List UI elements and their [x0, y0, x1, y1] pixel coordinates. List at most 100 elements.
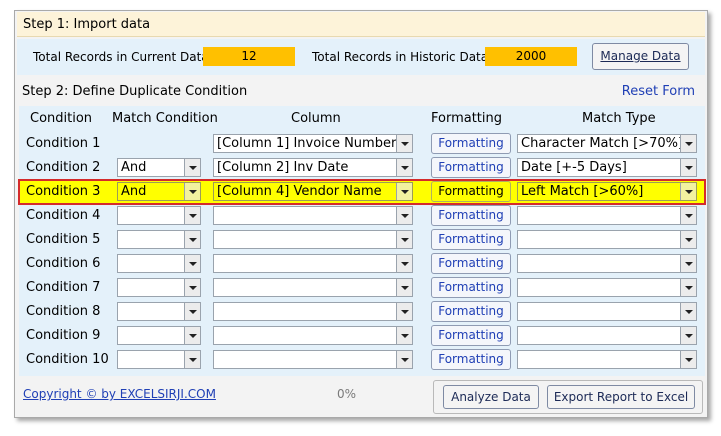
column-select[interactable]: [213, 302, 413, 321]
chevron-down-icon[interactable]: [184, 231, 200, 248]
match-condition-select[interactable]: And: [117, 182, 201, 201]
formatting-button[interactable]: Formatting: [431, 181, 511, 202]
chevron-down-icon[interactable]: [396, 231, 412, 248]
match-condition-select[interactable]: [117, 206, 201, 225]
historic-records-value: 2000: [485, 47, 577, 66]
formatting-button[interactable]: Formatting: [431, 229, 511, 250]
match-condition-select[interactable]: [117, 350, 201, 369]
chevron-down-icon[interactable]: [396, 183, 412, 200]
chevron-down-icon[interactable]: [184, 279, 200, 296]
chevron-down-icon[interactable]: [396, 279, 412, 296]
match-type-select[interactable]: [517, 230, 697, 249]
chevron-down-icon[interactable]: [184, 327, 200, 344]
formatting-button[interactable]: Formatting: [431, 205, 511, 226]
match-type-select[interactable]: Character Match [>70%]: [517, 134, 697, 153]
match-type-select-value: Date [+-5 Days]: [521, 160, 627, 175]
duplicate-finder-form: Step 1: Import data Total Records in Cur…: [14, 10, 708, 418]
analyze-data-button[interactable]: Analyze Data: [443, 385, 539, 409]
column-select[interactable]: [Column 1] Invoice Number: [213, 134, 413, 153]
chevron-down-icon[interactable]: [680, 207, 696, 224]
chevron-down-icon[interactable]: [680, 327, 696, 344]
match-condition-select-value: And: [121, 184, 147, 199]
chevron-down-icon[interactable]: [396, 303, 412, 320]
column-select[interactable]: [213, 206, 413, 225]
progress-percent: 0%: [337, 387, 357, 401]
current-records-value: 12: [203, 47, 295, 66]
match-condition-select[interactable]: And: [117, 158, 201, 177]
chevron-down-icon[interactable]: [680, 351, 696, 368]
formatting-button[interactable]: Formatting: [431, 277, 511, 298]
condition-label: Condition 6: [26, 256, 101, 271]
header-column: Column: [291, 111, 341, 126]
match-condition-select[interactable]: [117, 302, 201, 321]
reset-form-link[interactable]: Reset Form: [622, 84, 695, 99]
chevron-down-icon[interactable]: [184, 159, 200, 176]
condition-row: Condition 5 Formatting: [19, 228, 705, 252]
match-type-select[interactable]: [517, 350, 697, 369]
chevron-down-icon[interactable]: [396, 351, 412, 368]
chevron-down-icon[interactable]: [184, 207, 200, 224]
chevron-down-icon[interactable]: [396, 327, 412, 344]
chevron-down-icon[interactable]: [680, 279, 696, 296]
formatting-button[interactable]: Formatting: [431, 349, 511, 370]
chevron-down-icon[interactable]: [396, 159, 412, 176]
chevron-down-icon[interactable]: [396, 255, 412, 272]
condition-row: Condition 3 And [Column 4] Vendor Name Left…: [18, 179, 706, 205]
match-condition-select[interactable]: [117, 230, 201, 249]
formatting-button[interactable]: Formatting: [431, 133, 511, 154]
copyright-link[interactable]: Copyright © by EXCELSIRJI.COM: [23, 387, 216, 401]
chevron-down-icon[interactable]: [680, 183, 696, 200]
formatting-button[interactable]: Formatting: [431, 253, 511, 274]
chevron-down-icon[interactable]: [680, 135, 696, 152]
match-condition-select[interactable]: [117, 278, 201, 297]
condition-row: Condition 9 Formatting: [19, 324, 705, 348]
condition-label: Condition 10: [26, 352, 109, 367]
export-report-label: Export Report to Excel: [553, 390, 689, 404]
condition-label: Condition 5: [26, 232, 101, 247]
chevron-down-icon[interactable]: [680, 231, 696, 248]
chevron-down-icon[interactable]: [184, 303, 200, 320]
match-type-select[interactable]: Left Match [>60%]: [517, 182, 697, 201]
condition-row: Condition 10 Formatting: [19, 348, 705, 372]
chevron-down-icon[interactable]: [396, 135, 412, 152]
match-condition-select[interactable]: [117, 326, 201, 345]
match-type-select[interactable]: [517, 326, 697, 345]
chevron-down-icon[interactable]: [680, 159, 696, 176]
export-report-button[interactable]: Export Report to Excel: [547, 385, 695, 409]
chevron-down-icon[interactable]: [184, 351, 200, 368]
manage-data-button[interactable]: Manage Data: [592, 43, 689, 70]
column-select[interactable]: [Column 4] Vendor Name: [213, 182, 413, 201]
column-select[interactable]: [213, 350, 413, 369]
match-type-select[interactable]: Date [+-5 Days]: [517, 158, 697, 177]
match-type-select[interactable]: [517, 254, 697, 273]
match-condition-select[interactable]: [117, 254, 201, 273]
column-select-value: [Column 1] Invoice Number: [217, 136, 397, 151]
column-select[interactable]: [213, 278, 413, 297]
condition-label: Condition 2: [26, 160, 101, 175]
record-stats-panel: Total Records in Current Data: 12 Total …: [17, 39, 705, 75]
column-select[interactable]: [213, 254, 413, 273]
analyze-data-label: Analyze Data: [451, 390, 531, 404]
match-type-select[interactable]: [517, 278, 697, 297]
column-select[interactable]: [213, 326, 413, 345]
condition-row: Condition 1 [Column 1] Invoice Number Char…: [19, 132, 705, 156]
header-match-type: Match Type: [582, 111, 656, 126]
condition-row: Condition 7 Formatting: [19, 276, 705, 300]
chevron-down-icon[interactable]: [396, 207, 412, 224]
column-select[interactable]: [Column 2] Inv Date: [213, 158, 413, 177]
condition-label: Condition 8: [26, 304, 101, 319]
condition-label: Condition 3: [26, 184, 101, 199]
formatting-button[interactable]: Formatting: [431, 325, 511, 346]
conditions-grid: Condition Match Condition Column Formatt…: [18, 106, 706, 376]
chevron-down-icon[interactable]: [184, 183, 200, 200]
header-match-condition: Match Condition: [112, 111, 218, 126]
match-type-select[interactable]: [517, 206, 697, 225]
column-select[interactable]: [213, 230, 413, 249]
formatting-button[interactable]: Formatting: [431, 301, 511, 322]
chevron-down-icon[interactable]: [680, 255, 696, 272]
chevron-down-icon[interactable]: [184, 255, 200, 272]
match-type-select[interactable]: [517, 302, 697, 321]
formatting-button[interactable]: Formatting: [431, 157, 511, 178]
chevron-down-icon[interactable]: [680, 303, 696, 320]
step1-title: Step 1: Import data: [23, 17, 151, 32]
